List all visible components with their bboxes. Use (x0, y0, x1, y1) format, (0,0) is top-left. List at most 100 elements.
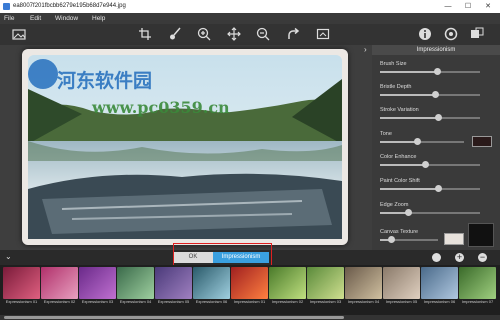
slider-knob[interactable] (421, 161, 429, 168)
menu-bar: File Edit Window Help (0, 13, 500, 24)
slider-knob[interactable] (433, 68, 441, 75)
param-edge-zoom: Edge Zoom (380, 202, 495, 216)
canvas-texture-preview[interactable] (468, 223, 494, 247)
param-label: Edge Zoom (380, 202, 409, 208)
menu-file[interactable]: File (4, 15, 14, 22)
close-button[interactable]: ✕ (478, 0, 498, 13)
preset-image (231, 267, 268, 299)
param-bristle-depth: Bristle Depth (380, 84, 495, 98)
slider-knob[interactable] (431, 91, 439, 98)
bristle-depth-slider[interactable] (380, 91, 480, 98)
preset-thumbnail[interactable]: Expressionism 02 (41, 267, 78, 309)
add-preset-icon[interactable]: + (455, 253, 464, 262)
preset-image (459, 267, 496, 299)
preset-caption: Expressionism 06 (195, 299, 228, 304)
param-label: Paint Color Shift (380, 178, 420, 184)
preset-image (117, 267, 154, 299)
preset-thumbnail[interactable]: Expressionism 03 (79, 267, 116, 309)
canvas-texture-slider[interactable] (380, 236, 438, 243)
crop-icon[interactable] (138, 27, 152, 41)
preset-caption: Impressionism 04 (347, 299, 380, 304)
move-icon[interactable] (227, 27, 241, 41)
watermark-url: www.pc0359.cn (92, 98, 230, 117)
preset-image (307, 267, 344, 299)
preset-thumbnail[interactable]: Expressionism 06 (193, 267, 230, 309)
info-icon[interactable] (418, 27, 432, 41)
preset-thumbnail[interactable]: Impressionism 06 (421, 267, 458, 309)
zoom-out-icon[interactable] (256, 27, 270, 41)
preset-caption: Expressionism 03 (81, 299, 114, 304)
remove-preset-icon[interactable]: − (478, 253, 487, 262)
redo-icon[interactable] (286, 27, 300, 41)
zoom-in-icon[interactable] (197, 27, 211, 41)
menu-edit[interactable]: Edit (30, 15, 41, 22)
settings-icon[interactable] (444, 27, 458, 41)
param-label: Color Enhance (380, 154, 417, 160)
slider-knob[interactable] (414, 138, 422, 145)
stroke-variation-slider[interactable] (380, 114, 480, 121)
preset-image (421, 267, 458, 299)
param-canvas-texture: Canvas Texture (380, 223, 495, 247)
preset-image (193, 267, 230, 299)
tone-color-swatch[interactable] (472, 136, 492, 147)
param-stroke-variation: Stroke Variation (380, 107, 495, 121)
preset-thumbnail[interactable]: Impressionism 07 (459, 267, 496, 309)
preset-thumbnail[interactable]: Impressionism 02 (269, 267, 306, 309)
param-label: Stroke Variation (380, 107, 419, 113)
open-image-icon[interactable] (12, 27, 26, 41)
slider-knob[interactable] (404, 209, 412, 216)
canvas-area[interactable]: 河东软件园 www.pc0359.cn (0, 45, 372, 250)
brush-icon[interactable] (168, 27, 182, 41)
brush-size-slider[interactable] (380, 68, 480, 75)
param-label: Bristle Depth (380, 84, 412, 90)
param-brush-size: Brush Size (380, 61, 495, 75)
edge-zoom-slider[interactable] (380, 209, 480, 216)
param-color-enhance: Color Enhance (380, 154, 495, 168)
canvas-color-swatch[interactable] (444, 233, 464, 245)
preset-image (269, 267, 306, 299)
minimize-button[interactable]: — (438, 0, 458, 13)
slider-knob[interactable] (434, 185, 442, 192)
menu-help[interactable]: Help (92, 15, 105, 22)
preset-thumbnail[interactable]: Impressionism 04 (345, 267, 382, 309)
preset-scrollbar[interactable] (0, 315, 500, 320)
color-enhance-slider[interactable] (380, 161, 480, 168)
preset-image (155, 267, 192, 299)
preset-image (3, 267, 40, 299)
scrollbar-thumb[interactable] (4, 316, 344, 319)
effects-icon[interactable] (470, 27, 484, 41)
preset-image (345, 267, 382, 299)
preset-thumbnail[interactable]: Expressionism 01 (3, 267, 40, 309)
slider-fill (380, 94, 435, 96)
chevron-down-icon[interactable]: ⌄ (5, 252, 12, 261)
param-paint-color-shift: Paint Color Shift (380, 178, 495, 192)
preset-caption: Expressionism 05 (157, 299, 190, 304)
param-label: Brush Size (380, 61, 407, 67)
preset-thumbnail[interactable]: Impressionism 01 (231, 267, 268, 309)
app-icon (3, 3, 10, 10)
preset-caption: Impressionism 01 (233, 299, 266, 304)
fit-screen-icon[interactable] (316, 27, 330, 41)
preset-caption: Impressionism 02 (271, 299, 304, 304)
painting-preview[interactable]: 河东软件园 www.pc0359.cn (22, 49, 348, 245)
preset-thumbnail[interactable]: Impressionism 05 (383, 267, 420, 309)
maximize-button[interactable]: ☐ (458, 0, 478, 13)
preset-thumbnail[interactable]: Expressionism 04 (117, 267, 154, 309)
preset-caption: Impressionism 06 (423, 299, 456, 304)
slider-fill (380, 188, 438, 190)
menu-window[interactable]: Window (55, 15, 78, 22)
preset-thumbnail[interactable]: Expressionism 05 (155, 267, 192, 309)
tone-slider[interactable] (380, 138, 464, 145)
preset-caption: Expressionism 01 (5, 299, 38, 304)
settings-panel: Impressionism Brush Size Bristle Depth S… (372, 45, 500, 250)
preset-thumbnail[interactable]: Impressionism 03 (307, 267, 344, 309)
preset-settings-icon[interactable] (432, 253, 441, 262)
slider-knob[interactable] (388, 236, 396, 243)
preset-caption: Expressionism 04 (119, 299, 152, 304)
slider-knob[interactable] (434, 114, 442, 121)
preset-caption: Expressionism 02 (43, 299, 76, 304)
panel-title: Impressionism (372, 45, 500, 55)
paint-color-shift-slider[interactable] (380, 185, 480, 192)
toolbar (0, 24, 500, 45)
collapse-panel-chevron-icon[interactable]: › (364, 45, 372, 55)
